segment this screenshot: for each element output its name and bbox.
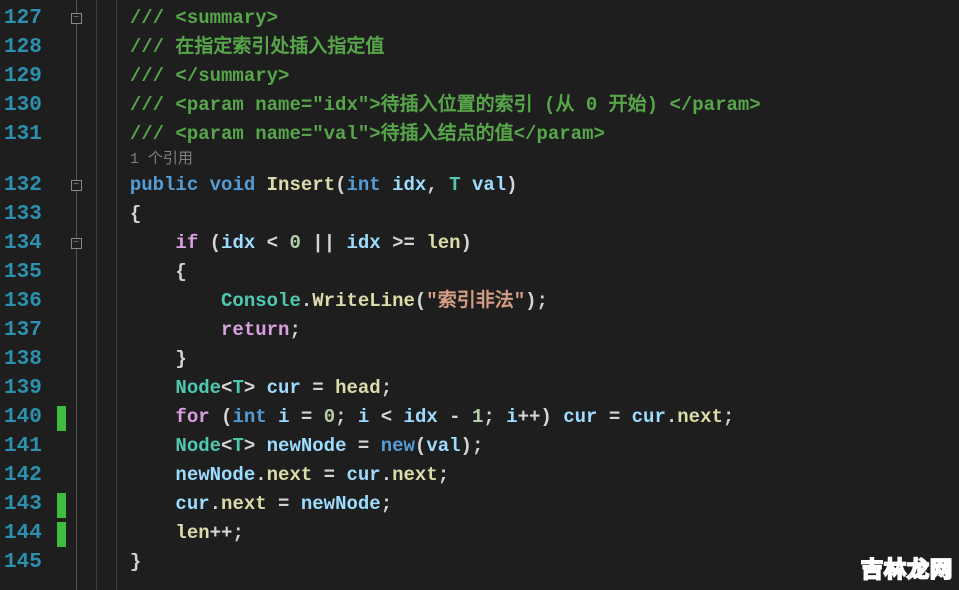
line-number: 145 bbox=[4, 548, 42, 577]
code-line[interactable]: return; bbox=[130, 316, 959, 345]
line-number: 135 bbox=[4, 258, 42, 287]
code-line[interactable]: newNode.next = cur.next; bbox=[130, 461, 959, 490]
line-number: 134 bbox=[4, 229, 42, 258]
line-number: 132 bbox=[4, 171, 42, 200]
fold-gutter: − − − bbox=[68, 0, 86, 590]
line-number: 129 bbox=[4, 62, 42, 91]
code-line[interactable]: Node<T> cur = head; bbox=[130, 374, 959, 403]
code-line[interactable]: /// <param name="val">待插入结点的值</param> bbox=[130, 120, 959, 149]
line-number: 142 bbox=[4, 461, 42, 490]
code-line[interactable]: /// <summary> bbox=[130, 4, 959, 33]
code-line[interactable]: public void Insert(int idx, T val) bbox=[130, 171, 959, 200]
code-line[interactable]: { bbox=[130, 258, 959, 287]
line-number: 130 bbox=[4, 91, 42, 120]
code-line[interactable]: { bbox=[130, 200, 959, 229]
code-area[interactable]: /// <summary>/// 在指定索引处插入指定值/// </summar… bbox=[130, 0, 959, 590]
code-line[interactable]: if (idx < 0 || idx >= len) bbox=[130, 229, 959, 258]
code-line[interactable]: cur.next = newNode; bbox=[130, 490, 959, 519]
change-mark bbox=[57, 406, 66, 431]
change-mark bbox=[57, 522, 66, 547]
fold-collapse-icon[interactable]: − bbox=[71, 180, 82, 191]
code-line[interactable]: /// <param name="idx">待插入位置的索引 (从 0 开始) … bbox=[130, 91, 959, 120]
line-number: 133 bbox=[4, 200, 42, 229]
line-number: 136 bbox=[4, 287, 42, 316]
code-editor[interactable]: 1271281291301311321331341351361371381391… bbox=[0, 0, 959, 590]
fold-collapse-icon[interactable]: − bbox=[71, 238, 82, 249]
line-number: 138 bbox=[4, 345, 42, 374]
code-line[interactable]: len++; bbox=[130, 519, 959, 548]
change-margin bbox=[50, 0, 68, 590]
indent-guides bbox=[86, 0, 130, 590]
code-line[interactable]: Console.WriteLine("索引非法"); bbox=[130, 287, 959, 316]
line-number: 139 bbox=[4, 374, 42, 403]
line-number: 141 bbox=[4, 432, 42, 461]
line-number: 128 bbox=[4, 33, 42, 62]
code-line[interactable]: /// </summary> bbox=[130, 62, 959, 91]
line-number: 137 bbox=[4, 316, 42, 345]
line-number: 127 bbox=[4, 4, 42, 33]
line-number-gutter: 1271281291301311321331341351361371381391… bbox=[0, 0, 50, 590]
code-line[interactable]: Node<T> newNode = new(val); bbox=[130, 432, 959, 461]
code-line[interactable]: } bbox=[130, 345, 959, 374]
line-number: 143 bbox=[4, 490, 42, 519]
codelens-references[interactable]: 1 个引用 bbox=[130, 149, 959, 171]
change-mark bbox=[57, 493, 66, 518]
fold-collapse-icon[interactable]: − bbox=[71, 13, 82, 24]
code-line[interactable]: } bbox=[130, 548, 959, 577]
line-number: 131 bbox=[4, 120, 42, 149]
code-line[interactable]: /// 在指定索引处插入指定值 bbox=[130, 33, 959, 62]
line-number: 144 bbox=[4, 519, 42, 548]
line-number: 140 bbox=[4, 403, 42, 432]
code-line[interactable]: for (int i = 0; i < idx - 1; i++) cur = … bbox=[130, 403, 959, 432]
